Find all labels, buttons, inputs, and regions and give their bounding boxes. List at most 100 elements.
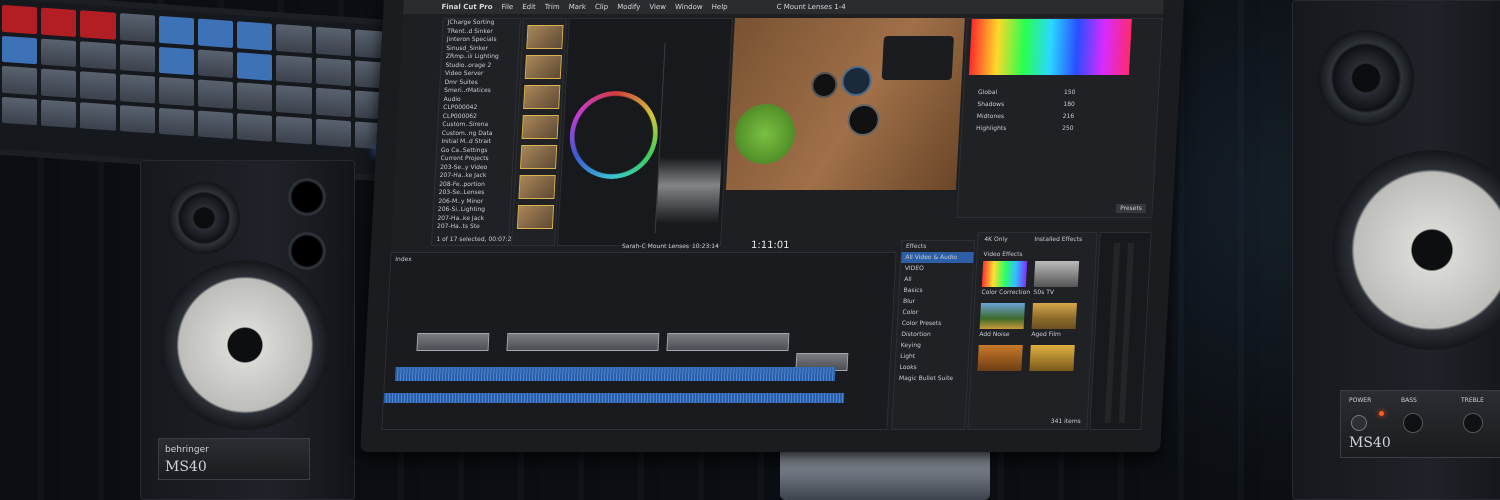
timeline: Index Sarah-C Mount Lenses 10:23:14 — [381, 243, 897, 430]
effects-browser: 4K Only Installed Effects Video Effects … — [967, 232, 1098, 430]
effect-label: Color Correction — [981, 289, 1031, 296]
libraries-sidebar: JCharge Sorting TRent..d Sinker Jinteron… — [430, 18, 521, 246]
library-item[interactable]: Jinteron Specials — [443, 36, 519, 45]
effect-tile[interactable] — [977, 345, 1023, 371]
effect-tile[interactable] — [1033, 261, 1080, 287]
menu-edit[interactable]: Edit — [522, 0, 536, 14]
library-item[interactable]: Smeri..rMatices — [440, 87, 516, 96]
library-item[interactable]: Video Server — [441, 70, 517, 79]
effects-category[interactable]: Color — [898, 307, 971, 318]
menu-clip[interactable]: Clip — [595, 0, 609, 14]
effects-category[interactable]: Keying — [896, 340, 969, 351]
library-item[interactable]: Custom..Sirena — [438, 121, 514, 130]
library-item[interactable]: Studio..orage 2 — [441, 62, 517, 71]
menu-file[interactable]: File — [501, 0, 513, 14]
project-name: Sarah-C Mount Lenses — [621, 243, 690, 250]
library-item[interactable]: Sinusd_Sinker — [442, 45, 518, 54]
clip-thumbnail[interactable] — [521, 115, 559, 139]
video-clip[interactable] — [666, 333, 790, 351]
audio-track[interactable] — [394, 367, 836, 381]
library-item[interactable]: 203-Se..y Video — [436, 164, 512, 173]
effect-tile[interactable] — [981, 261, 1028, 287]
clip-thumbnail[interactable] — [518, 175, 556, 199]
menu-modify[interactable]: Modify — [617, 0, 641, 14]
camera-body — [881, 36, 954, 80]
power-button[interactable] — [1351, 415, 1367, 431]
library-item[interactable]: 206-M..y Minor — [434, 198, 510, 207]
4k-only-filter[interactable]: 4K Only — [984, 236, 1008, 243]
menu-view[interactable]: View — [649, 0, 666, 14]
library-item[interactable]: 207-Ha..ke Jack — [433, 215, 509, 224]
effect-tile[interactable] — [979, 303, 1025, 329]
midtones-value[interactable]: 216 — [1063, 113, 1075, 120]
effect-tile[interactable] — [1029, 345, 1075, 371]
power-label: POWER — [1349, 397, 1372, 404]
meter-right — [1118, 243, 1135, 423]
tweeter — [1318, 30, 1414, 126]
color-board[interactable] — [968, 19, 1132, 75]
library-item[interactable]: Current Projects — [436, 155, 512, 164]
video-clip[interactable] — [416, 333, 490, 351]
menu-trim[interactable]: Trim — [544, 0, 560, 14]
menu-app[interactable]: Final Cut Pro — [441, 0, 493, 14]
installed-effects-menu[interactable]: Installed Effects — [1034, 236, 1082, 243]
timeline-index[interactable]: Index — [395, 256, 412, 263]
library-item[interactable]: JCharge Sorting — [443, 19, 519, 28]
library-item[interactable]: Audio — [439, 96, 515, 105]
effects-category[interactable]: All — [900, 274, 973, 285]
bass-port — [288, 178, 326, 216]
effects-category[interactable]: Light — [896, 351, 969, 362]
library-item[interactable]: 207-Ha..ts Ste — [433, 223, 509, 232]
library-item[interactable]: CLP000062 — [439, 113, 515, 122]
library-item[interactable]: 206-Si..Lighting — [434, 206, 510, 215]
effects-category[interactable]: Distortion — [897, 329, 970, 340]
clip-thumbnail[interactable] — [519, 145, 558, 169]
background-monitor — [0, 0, 402, 183]
library-item[interactable]: Initial M..d Strait — [437, 138, 513, 147]
library-item[interactable]: 203-Se..Lenses — [434, 189, 510, 198]
effects-category[interactable]: Color Presets — [898, 318, 971, 329]
clip-thumbnail[interactable] — [526, 25, 564, 49]
library-item[interactable]: Go Ca..Settings — [437, 147, 513, 156]
effects-category[interactable]: Blur — [899, 296, 972, 307]
clip-thumbnail[interactable] — [524, 55, 562, 79]
menu-help[interactable]: Help — [711, 0, 728, 14]
menu-bar: Final Cut Pro File Edit Trim Mark Clip M… — [403, 0, 1164, 14]
library-item[interactable]: 208-Fe..portion — [435, 181, 511, 190]
library-item[interactable]: ZRmp..iii Lighting — [442, 53, 518, 62]
project-duration: 10:23:14 — [691, 243, 720, 250]
library-item[interactable]: CLP000042 — [439, 104, 515, 113]
control-panel: POWER BASS TREBLE MS40 — [1340, 390, 1500, 458]
presets-button[interactable]: Presets — [1115, 204, 1147, 213]
effects-category[interactable]: All Video & Audio — [901, 252, 974, 263]
video-clip[interactable] — [506, 333, 660, 351]
effects-category[interactable]: Basics — [899, 285, 972, 296]
library-item[interactable]: Dmr Suites — [440, 79, 516, 88]
menu-window[interactable]: Window — [675, 0, 703, 14]
library-item[interactable]: TRent..d Sinker — [443, 28, 519, 37]
library-item[interactable]: Custom..ng Data — [438, 130, 514, 139]
effects-count: 341 items — [1050, 418, 1081, 425]
global-label: Global — [977, 89, 998, 96]
treble-knob[interactable] — [1463, 413, 1483, 433]
effects-category[interactable]: Looks — [895, 362, 968, 373]
library-item[interactable]: 207-Ha..ke Jack — [435, 172, 511, 181]
power-led — [1379, 411, 1384, 416]
shadows-value[interactable]: 180 — [1063, 101, 1075, 108]
menu-mark[interactable]: Mark — [568, 0, 586, 14]
bass-knob[interactable] — [1403, 413, 1423, 433]
clip-thumbnail[interactable] — [516, 205, 555, 229]
final-cut-pro-window: Final Cut Pro File Edit Trim Mark Clip M… — [381, 0, 1164, 430]
lens — [846, 104, 881, 136]
effect-tile[interactable] — [1031, 303, 1077, 329]
color-inspector: Global 150 Shadows 180 Midtones 216 High… — [956, 18, 1163, 218]
audio-track[interactable] — [383, 393, 845, 403]
clip-thumbnail[interactable] — [523, 85, 561, 109]
highlights-value[interactable]: 250 — [1062, 125, 1074, 132]
effects-category[interactable]: Magic Bullet Suite — [895, 373, 968, 384]
global-value[interactable]: 150 — [1064, 89, 1076, 96]
main-monitor: Final Cut Pro File Edit Trim Mark Clip M… — [360, 0, 1184, 452]
effect-label: Aged Film — [1031, 331, 1062, 338]
browser-footer: 1 of 17 selected, 00:07:26 — [436, 236, 516, 243]
effects-category[interactable]: VIDEO — [900, 263, 973, 274]
